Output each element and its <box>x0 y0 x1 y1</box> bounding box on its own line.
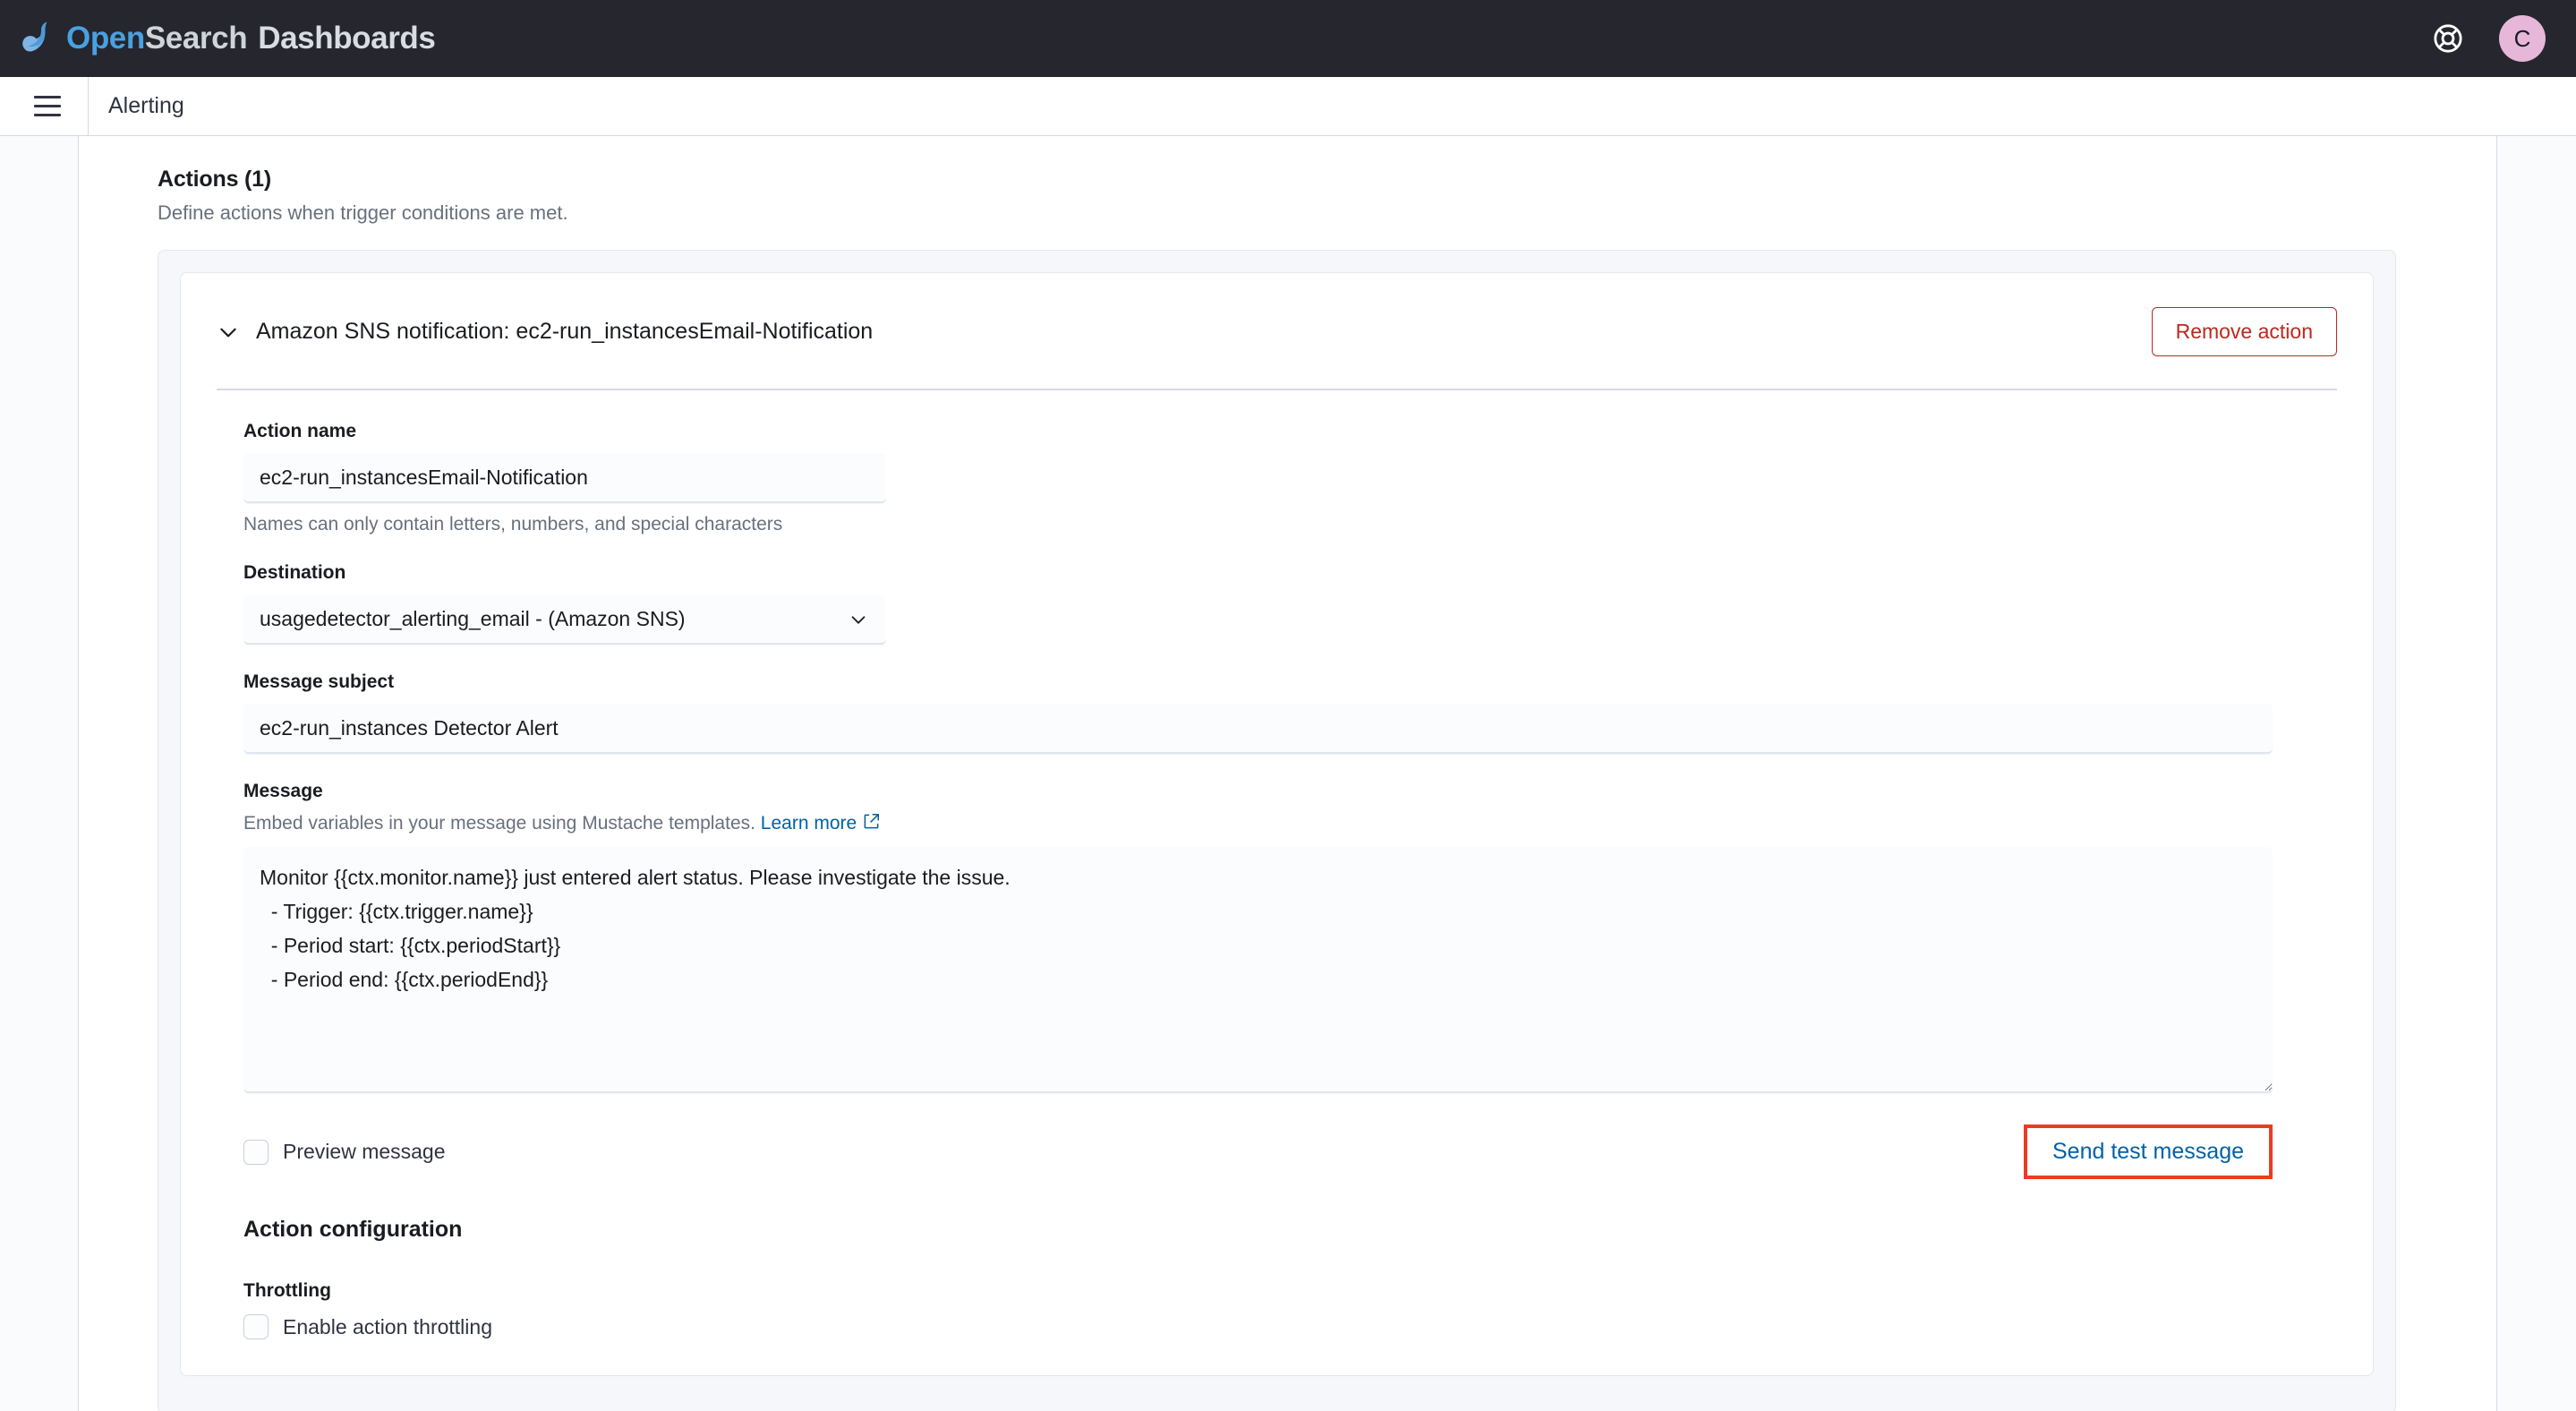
destination-label: Destination <box>243 562 346 583</box>
header-actions: C <box>2433 15 2546 62</box>
main-content: Actions (1) Define actions when trigger … <box>79 136 2497 1411</box>
brand-open-text: Open <box>66 21 145 56</box>
page-title: Actions (1) <box>158 167 271 192</box>
action-name-field: Action name Names can only contain lette… <box>243 421 2337 535</box>
preview-message-checkbox-box[interactable] <box>243 1139 269 1165</box>
throttling-label: Throttling <box>243 1280 331 1301</box>
page-description: Define actions when trigger conditions a… <box>158 201 568 224</box>
action-form: Action name Names can only contain lette… <box>217 421 2337 1339</box>
message-actions-row: Preview message Send test message <box>243 1125 2273 1179</box>
breadcrumb-bar: Alerting <box>0 76 2576 136</box>
remove-action-button[interactable]: Remove action <box>2151 307 2337 356</box>
app-header: OpenSearch Dashboards C <box>0 0 2576 77</box>
message-subject-input[interactable] <box>243 704 2273 754</box>
enable-throttling-label: Enable action throttling <box>283 1314 492 1338</box>
chevron-down-icon[interactable] <box>217 321 240 344</box>
help-icon[interactable] <box>2433 23 2463 54</box>
action-name-help: Names can only contain letters, numbers,… <box>243 514 783 534</box>
message-label: Message <box>243 781 323 801</box>
destination-select[interactable] <box>243 594 886 645</box>
message-field: Message Embed variables in your message … <box>243 781 2337 1098</box>
destination-field: Destination <box>243 562 2337 645</box>
brand-logo[interactable]: OpenSearch Dashboards <box>16 18 436 59</box>
brand-dashboards-text: Dashboards <box>258 21 436 56</box>
actions-panel: Amazon SNS notification: ec2-run_instanc… <box>158 250 2396 1411</box>
brand-search-text: Search <box>144 21 248 56</box>
opensearch-logo-icon <box>22 21 47 52</box>
action-name-input[interactable] <box>243 453 886 503</box>
send-test-message-highlight: Send test message <box>2023 1125 2273 1179</box>
hamburger-menu-icon[interactable] <box>20 79 75 134</box>
divider <box>217 389 2337 390</box>
preview-message-checkbox[interactable]: Preview message <box>243 1139 446 1165</box>
action-card: Amazon SNS notification: ec2-run_instanc… <box>180 272 2374 1376</box>
message-subject-field: Message subject <box>243 671 2337 754</box>
message-help: Embed variables in your message using Mu… <box>243 813 2337 834</box>
action-name-label: Action name <box>243 421 357 441</box>
message-help-text: Embed variables in your message using Mu… <box>243 813 755 834</box>
external-link-icon[interactable] <box>863 813 880 830</box>
action-accordion-header[interactable]: Amazon SNS notification: ec2-run_instanc… <box>217 300 2337 365</box>
send-test-message-button[interactable]: Send test message <box>2036 1133 2260 1170</box>
enable-throttling-checkbox[interactable]: Enable action throttling <box>243 1314 2337 1339</box>
nav-divider <box>88 76 89 136</box>
action-configuration-title: Action configuration <box>243 1217 463 1242</box>
left-gutter <box>0 136 79 1411</box>
message-textarea[interactable] <box>243 847 2273 1093</box>
action-accordion-title: Amazon SNS notification: ec2-run_instanc… <box>256 319 874 344</box>
enable-throttling-checkbox-box[interactable] <box>243 1314 269 1339</box>
avatar[interactable]: C <box>2499 15 2546 62</box>
message-subject-label: Message subject <box>243 671 395 692</box>
breadcrumb[interactable]: Alerting <box>108 93 184 119</box>
page-body: Actions (1) Define actions when trigger … <box>0 136 2576 1411</box>
preview-message-label: Preview message <box>283 1140 446 1163</box>
right-gutter <box>2497 136 2576 1411</box>
learn-more-link[interactable]: Learn more <box>761 813 857 834</box>
